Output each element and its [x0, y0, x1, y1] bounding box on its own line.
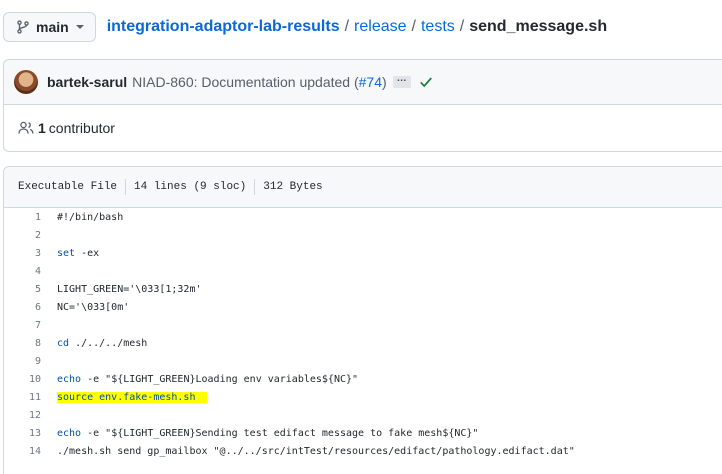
- divider: [254, 179, 256, 195]
- line-number[interactable]: 11: [4, 392, 41, 403]
- file-info-header: Executable File 14 lines (9 sloc) 312 By…: [4, 167, 722, 208]
- breadcrumb-release-link[interactable]: release: [354, 18, 406, 36]
- code-text: LIGHT_GREEN='\033[1;32m': [57, 283, 202, 295]
- commit-message-end: ): [381, 74, 387, 90]
- contributor-label: contributor: [48, 119, 115, 136]
- code-line: 7: [4, 316, 722, 334]
- breadcrumb-tests-link[interactable]: tests: [421, 18, 455, 36]
- line-number[interactable]: 1: [4, 212, 41, 223]
- file-size: 312 Bytes: [263, 181, 323, 193]
- code-line: 1 #!/bin/bash: [4, 208, 722, 226]
- line-number[interactable]: 3: [4, 248, 41, 259]
- line-number[interactable]: 12: [4, 410, 41, 421]
- code-keyword: set: [57, 247, 76, 259]
- code-text: -e "${LIGHT_GREEN}Loading env variables$…: [81, 373, 359, 385]
- line-number[interactable]: 5: [4, 284, 41, 295]
- code-text: -e "${LIGHT_GREEN}Sending test edifact m…: [81, 427, 479, 439]
- code-line: 14 ./mesh.sh send gp_mailbox "@../../src/…: [4, 442, 722, 460]
- line-content: ./mesh.sh send gp_mailbox "@../../src/in…: [41, 446, 575, 457]
- breadcrumb-separator: /: [459, 18, 465, 35]
- commit-message[interactable]: NIAD-860: Documentation updated (#74): [132, 74, 387, 90]
- line-content: NC='\033[0m': [41, 302, 129, 313]
- highlighted-code-text: source env.fake-mesh.sh: [57, 391, 208, 403]
- code-text: #!/bin/bash: [57, 211, 124, 223]
- code-line: 13 echo -e "${LIGHT_GREEN}Sending test ed…: [4, 424, 722, 442]
- code-text: ./../../mesh: [69, 337, 148, 349]
- code-table[interactable]: 1 #!/bin/bash 2 3 set -ex 4 5 LIGHT_GREEN='\033…: [4, 208, 722, 460]
- breadcrumb-separator: /: [411, 18, 416, 35]
- code-keyword: cd: [57, 337, 70, 349]
- people-icon: [18, 121, 34, 134]
- avatar[interactable]: [14, 70, 38, 94]
- expand-commit-button[interactable]: …: [392, 74, 411, 88]
- code-text: -ex: [75, 247, 100, 259]
- code-line: 4: [4, 262, 722, 280]
- commit-message-text: NIAD-860: Documentation updated (: [132, 74, 359, 90]
- file-line-count: 14 lines (9 sloc): [134, 181, 247, 193]
- line-content: LIGHT_GREEN='\033[1;32m': [41, 284, 202, 295]
- line-number[interactable]: 4: [4, 266, 41, 277]
- code-line: 12: [4, 406, 722, 424]
- code-line: 10 echo -e "${LIGHT_GREEN}Loading env var…: [4, 370, 722, 388]
- line-number[interactable]: 9: [4, 356, 41, 367]
- check-icon[interactable]: [419, 75, 433, 89]
- code-line: 2: [4, 226, 722, 244]
- breadcrumb-repo-link[interactable]: integration-adaptor-lab-results: [107, 18, 340, 36]
- code-line: 8 cd ./../../mesh: [4, 334, 722, 352]
- breadcrumb: integration-adaptor-lab-results / releas…: [107, 18, 607, 36]
- line-content: echo -e "${LIGHT_GREEN}Loading env varia…: [41, 374, 358, 385]
- line-number[interactable]: 7: [4, 320, 41, 331]
- line-content: echo -e "${LIGHT_GREEN}Sending test edif…: [41, 428, 478, 439]
- code-text: ./mesh.sh send gp_mailbox "@../../src/in…: [57, 445, 575, 457]
- code-text: NC='\033[0m': [57, 301, 130, 313]
- caret-down-icon: [75, 25, 84, 29]
- code-line: 3 set -ex: [4, 244, 722, 262]
- line-content: cd ./../../mesh: [41, 338, 147, 349]
- latest-commit-bar: bartek-sarul NIAD-860: Documentation upd…: [3, 59, 722, 105]
- line-content: source env.fake-mesh.sh: [41, 391, 208, 403]
- line-content: set -ex: [41, 248, 99, 259]
- code-line: 5 LIGHT_GREEN='\033[1;32m': [4, 280, 722, 298]
- contributor-count: 1: [38, 119, 46, 136]
- branch-name: main: [36, 19, 69, 35]
- line-number[interactable]: 6: [4, 302, 41, 313]
- line-number[interactable]: 8: [4, 338, 41, 349]
- code-line: 11 source env.fake-mesh.sh: [4, 388, 722, 406]
- code-line: 9: [4, 352, 722, 370]
- breadcrumb-current-file: send_message.sh: [469, 18, 608, 35]
- line-content: #!/bin/bash: [41, 212, 123, 223]
- pull-request-link[interactable]: #74: [359, 74, 382, 90]
- file-navigation: main integration-adaptor-lab-results / r…: [3, 11, 607, 43]
- code-keyword: echo: [57, 373, 82, 385]
- divider: [125, 179, 127, 195]
- code-keyword: echo: [57, 427, 82, 439]
- commit-author-link[interactable]: bartek-sarul: [47, 74, 127, 90]
- git-branch-icon: [17, 20, 29, 34]
- code-line: 6 NC='\033[0m': [4, 298, 722, 316]
- line-number[interactable]: 13: [4, 428, 41, 439]
- file-mode: Executable File: [18, 181, 118, 193]
- line-number[interactable]: 10: [4, 374, 41, 385]
- line-number[interactable]: 2: [4, 230, 41, 241]
- branch-select-button[interactable]: main: [3, 12, 96, 42]
- file-viewer: Executable File 14 lines (9 sloc) 312 By…: [3, 166, 722, 474]
- breadcrumb-separator: /: [344, 18, 350, 35]
- contributors-bar[interactable]: 1 contributor: [3, 104, 722, 152]
- line-number[interactable]: 14: [4, 446, 41, 457]
